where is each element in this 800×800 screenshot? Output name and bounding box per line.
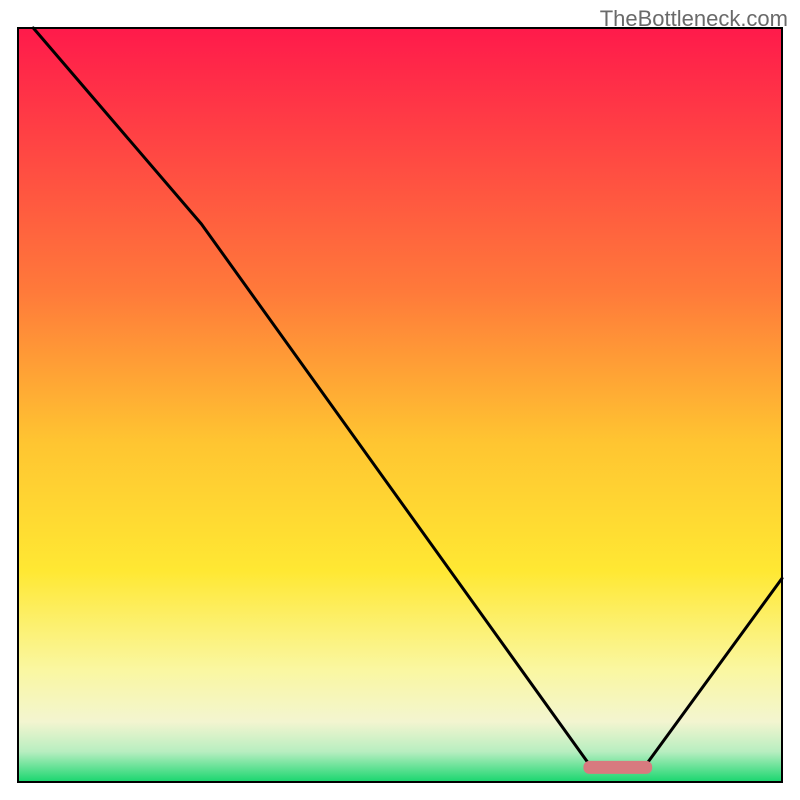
chart-container: TheBottleneck.com: [0, 0, 800, 800]
plot-background: [18, 28, 782, 782]
optimal-range-marker: [583, 761, 652, 774]
watermark-text: TheBottleneck.com: [600, 6, 788, 32]
bottleneck-chart: [0, 0, 800, 800]
